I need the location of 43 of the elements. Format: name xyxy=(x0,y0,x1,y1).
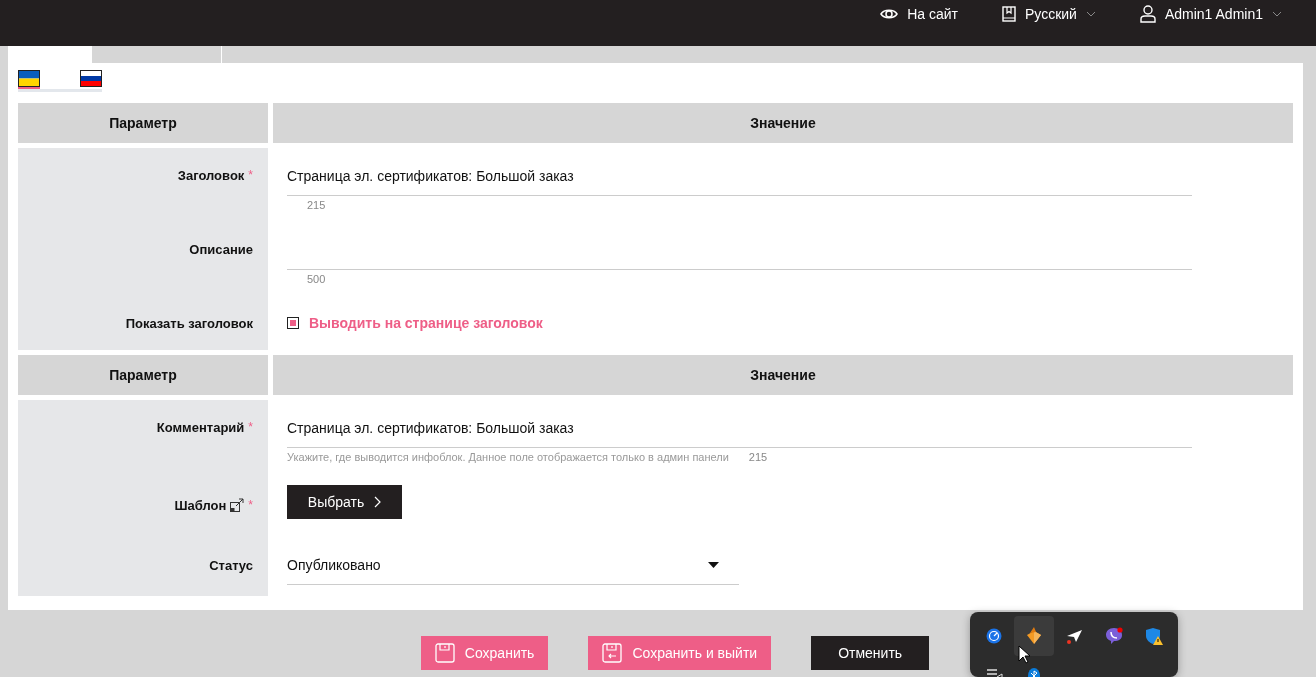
chevron-down-icon xyxy=(1085,11,1096,17)
field-label: Комментарий xyxy=(156,420,245,435)
column-header: Параметр xyxy=(18,103,268,143)
char-counter: 215 xyxy=(748,451,768,463)
user-menu[interactable]: Admin1 Admin1 xyxy=(1139,0,1282,23)
char-counter: 215 xyxy=(307,199,326,211)
paper-plane-icon xyxy=(1065,628,1083,644)
required-mark: * xyxy=(248,168,253,182)
site-link[interactable]: На сайт xyxy=(880,0,958,23)
cancel-button[interactable]: Отменить xyxy=(811,636,930,670)
required-mark: * xyxy=(248,420,253,434)
flag-icon xyxy=(18,70,40,87)
field-label: Статус xyxy=(209,558,253,573)
dropdown-arrow-icon xyxy=(708,561,719,568)
field-label: Шаблон xyxy=(174,498,227,513)
chevron-down-icon xyxy=(1272,11,1282,17)
select-button[interactable]: Выбрать xyxy=(287,485,402,519)
chevron-right-icon xyxy=(374,496,382,508)
language-tab[interactable] xyxy=(18,70,80,92)
status-dropdown[interactable]: Опубликовано xyxy=(287,545,739,585)
chat-bubble-icon xyxy=(1105,627,1123,645)
language-dropdown[interactable]: Русский xyxy=(1002,0,1096,23)
gauge-icon xyxy=(986,628,1002,644)
field-label: Заголовок xyxy=(177,168,245,183)
eye-icon xyxy=(880,7,899,21)
column-header: Значение xyxy=(273,103,1293,143)
language-tab[interactable] xyxy=(80,70,102,92)
input-field[interactable]: Страница эл. сертификатов: Большой заказ xyxy=(287,408,1192,448)
book-icon xyxy=(1002,6,1016,22)
field-label: Показать заголовок xyxy=(125,315,253,331)
field-hint: Укажите, где выводится инфоблок. Данное поле отображается только в админ панели xyxy=(287,451,729,463)
input-field[interactable]: Страница эл. сертификатов: Большой заказ xyxy=(287,156,1192,196)
flag-icon xyxy=(80,70,102,87)
required-mark: * xyxy=(248,498,253,512)
field-label: Описание xyxy=(189,242,253,257)
shield-warning-icon xyxy=(1145,627,1163,645)
checkbox[interactable] xyxy=(287,317,299,329)
column-header: Параметр xyxy=(18,355,268,395)
user-icon xyxy=(1139,5,1156,23)
char-counter: 500 xyxy=(307,273,326,285)
column-header: Значение xyxy=(273,355,1293,395)
template-icon xyxy=(230,498,245,512)
cursor-icon xyxy=(1018,645,1031,664)
